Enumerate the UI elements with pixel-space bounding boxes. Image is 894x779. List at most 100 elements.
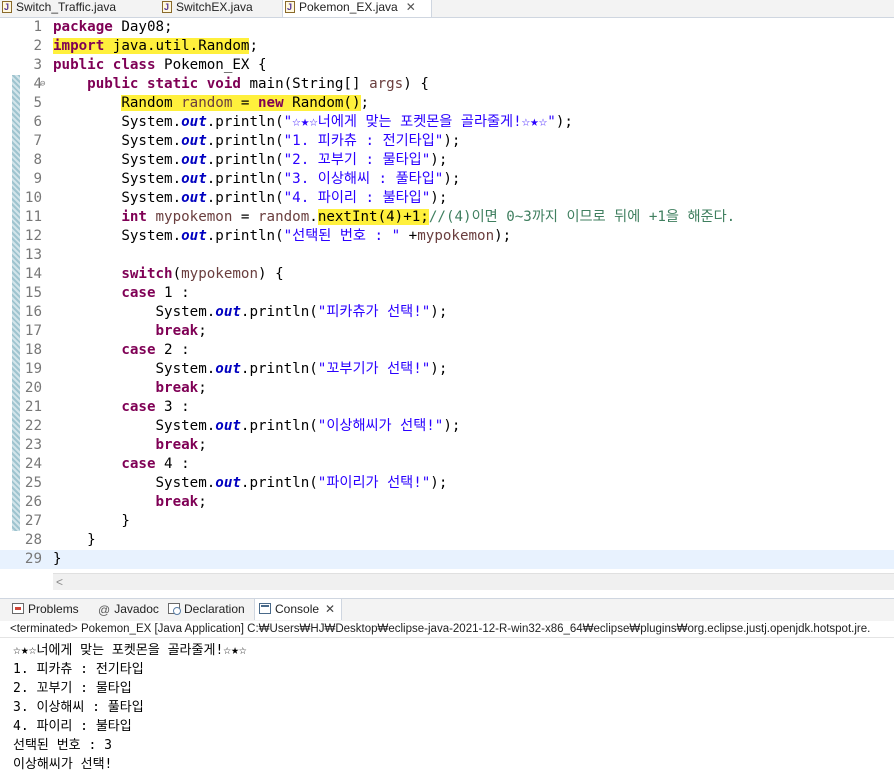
code-text[interactable]: } xyxy=(53,550,62,569)
line-number: 19 xyxy=(24,361,42,377)
code-text[interactable]: public class Pokemon_EX { xyxy=(53,56,267,75)
code-line[interactable]: 15 case 1 : xyxy=(0,284,894,303)
code-line[interactable]: 8 System.out.println("2. 꼬부기 : 물타입"); xyxy=(0,151,894,170)
horizontal-scrollbar[interactable]: < xyxy=(53,573,894,590)
code-text[interactable]: public static void main(String[] args) { xyxy=(53,75,429,94)
code-text[interactable]: System.out.println("2. 꼬부기 : 물타입"); xyxy=(53,151,447,170)
code-text[interactable]: package Day08; xyxy=(53,18,173,37)
tab-pokemon-ex-java[interactable]: Pokemon_EX.java ✕ xyxy=(282,0,432,17)
code-line[interactable]: 26 break; xyxy=(0,493,894,512)
code-text[interactable]: System.out.println("☆★☆너에게 맞는 포켓몬을 골라줄게!… xyxy=(53,113,573,132)
tab-problems[interactable]: Problems xyxy=(8,599,92,620)
code-line[interactable]: 17 break; xyxy=(0,322,894,341)
tab-label: Pokemon_EX.java xyxy=(299,0,398,14)
code-line[interactable]: 27 } xyxy=(0,512,894,531)
code-text[interactable]: case 2 : xyxy=(53,341,189,360)
code-line[interactable]: 18 case 2 : xyxy=(0,341,894,360)
code-line[interactable]: 21 case 3 : xyxy=(0,398,894,417)
close-icon[interactable]: ✕ xyxy=(406,0,416,15)
code-text[interactable]: System.out.println("이상해씨가 선택!"); xyxy=(53,417,460,436)
line-number: 26 xyxy=(24,494,42,510)
code-line[interactable]: 13 xyxy=(0,246,894,265)
code-text[interactable]: import java.util.Random; xyxy=(53,37,258,56)
code-line[interactable]: 9 System.out.println("3. 이상해씨 : 풀타입"); xyxy=(0,170,894,189)
line-number: 6 xyxy=(33,114,42,130)
code-text[interactable]: break; xyxy=(53,493,207,512)
code-text[interactable]: case 4 : xyxy=(53,455,189,474)
line-number: 14 xyxy=(24,266,42,282)
code-line[interactable]: 24 case 4 : xyxy=(0,455,894,474)
tab-switch-traffic-java[interactable]: Switch_Traffic.java xyxy=(0,0,158,17)
line-number: 28 xyxy=(24,532,42,548)
problems-icon xyxy=(12,603,24,614)
line-number: 17 xyxy=(24,323,42,339)
code-line[interactable]: 4 ⊖ public static void main(String[] args… xyxy=(0,75,894,94)
code-text[interactable]: System.out.println("꼬부기가 선택!"); xyxy=(53,360,447,379)
view-tab-label: Console xyxy=(275,602,320,616)
code-text[interactable]: } xyxy=(53,531,96,550)
tab-label: Switch_Traffic.java xyxy=(16,0,117,14)
tab-switchex-java[interactable]: SwitchEX.java xyxy=(160,0,280,17)
code-text[interactable]: Random random = new Random(); xyxy=(53,94,369,113)
line-number: 10 xyxy=(24,190,42,206)
code-text[interactable]: case 1 : xyxy=(53,284,189,303)
code-line[interactable]: 10 System.out.println("4. 파이리 : 불타입"); xyxy=(0,189,894,208)
code-line[interactable]: 22 System.out.println("이상해씨가 선택!"); xyxy=(0,417,894,436)
code-line[interactable]: 12 System.out.println("선택된 번호 : " +mypok… xyxy=(0,227,894,246)
line-number: 29 xyxy=(24,551,42,567)
tab-javadoc[interactable]: @ Javadoc xyxy=(94,599,162,620)
code-text[interactable]: System.out.println("선택된 번호 : " +mypokemo… xyxy=(53,227,511,246)
code-line[interactable]: 2 import java.util.Random; xyxy=(0,37,894,56)
tab-declaration[interactable]: Declaration xyxy=(164,599,252,620)
line-number: 11 xyxy=(24,209,42,225)
code-text[interactable]: break; xyxy=(53,322,207,341)
code-line[interactable]: 19 System.out.println("꼬부기가 선택!"); xyxy=(0,360,894,379)
line-number: 8 xyxy=(33,152,42,168)
code-line[interactable]: 20 break; xyxy=(0,379,894,398)
java-file-icon xyxy=(285,0,295,15)
console-line: 선택된 번호 : 3 xyxy=(13,738,112,753)
declaration-icon xyxy=(168,603,181,615)
close-icon[interactable]: ✕ xyxy=(325,602,335,616)
line-number: 22 xyxy=(24,418,42,434)
code-text[interactable]: break; xyxy=(53,436,207,455)
code-text[interactable]: case 3 : xyxy=(53,398,189,417)
code-text[interactable]: break; xyxy=(53,379,207,398)
console-line: 3. 이상해씨 : 풀타입 xyxy=(13,700,144,715)
code-text[interactable]: System.out.println("피카츄가 선택!"); xyxy=(53,303,447,322)
code-line[interactable]: 11 int mypokemon = random.nextInt(4)+1;/… xyxy=(0,208,894,227)
code-line[interactable]: 23 break; xyxy=(0,436,894,455)
code-line[interactable]: 1 package Day08; xyxy=(0,18,894,37)
code-line[interactable]: 5 Random random = new Random(); xyxy=(0,94,894,113)
code-line[interactable]: 28 } xyxy=(0,531,894,550)
code-line[interactable]: 3 public class Pokemon_EX { xyxy=(0,56,894,75)
line-number: 13 xyxy=(24,247,42,263)
code-text[interactable]: System.out.println("4. 파이리 : 불타입"); xyxy=(53,189,447,208)
code-text[interactable]: switch(mypokemon) { xyxy=(53,265,283,284)
tab-label: SwitchEX.java xyxy=(176,0,253,14)
code-text[interactable]: } xyxy=(53,512,130,531)
view-tab-bar: Problems @ Javadoc Declaration Console ✕ xyxy=(0,598,894,621)
code-text[interactable]: int mypokemon = random.nextInt(4)+1;//(4… xyxy=(53,208,735,227)
code-editor[interactable]: 1 package Day08; 2 import java.util.Random;… xyxy=(0,18,894,572)
code-line[interactable]: 7 System.out.println("1. 피카츄 : 전기타입"); xyxy=(0,132,894,151)
console-line: ☆★☆너에게 맞는 포켓몬을 골라줄게!☆★☆ xyxy=(13,643,247,658)
console-output[interactable]: ☆★☆너에게 맞는 포켓몬을 골라줄게!☆★☆ 1. 피카츄 : 전기타입 2. 꼬… xyxy=(0,639,894,779)
fold-collapse-icon[interactable]: ⊖ xyxy=(40,75,45,94)
console-process-label: <terminated> Pokemon_EX [Java Applicatio… xyxy=(0,621,894,638)
code-text[interactable]: System.out.println("1. 피카츄 : 전기타입"); xyxy=(53,132,460,151)
code-line[interactable]: 14 switch(mypokemon) { xyxy=(0,265,894,284)
line-number: 12 xyxy=(24,228,42,244)
code-line[interactable]: 16 System.out.println("피카츄가 선택!"); xyxy=(0,303,894,322)
tab-console[interactable]: Console ✕ xyxy=(254,599,342,620)
code-text[interactable]: System.out.println("파이리가 선택!"); xyxy=(53,474,447,493)
line-number: 16 xyxy=(24,304,42,320)
code-line[interactable]: 29} xyxy=(0,550,894,569)
scroll-left-icon[interactable]: < xyxy=(56,574,63,590)
code-line[interactable]: 25 System.out.println("파이리가 선택!"); xyxy=(0,474,894,493)
code-text[interactable]: System.out.println("3. 이상해씨 : 풀타입"); xyxy=(53,170,460,189)
java-file-icon xyxy=(162,0,172,15)
console-icon xyxy=(259,603,271,614)
console-line: 4. 파이리 : 불타입 xyxy=(13,719,132,734)
code-line[interactable]: 6 System.out.println("☆★☆너에게 맞는 포켓몬을 골라줄… xyxy=(0,113,894,132)
